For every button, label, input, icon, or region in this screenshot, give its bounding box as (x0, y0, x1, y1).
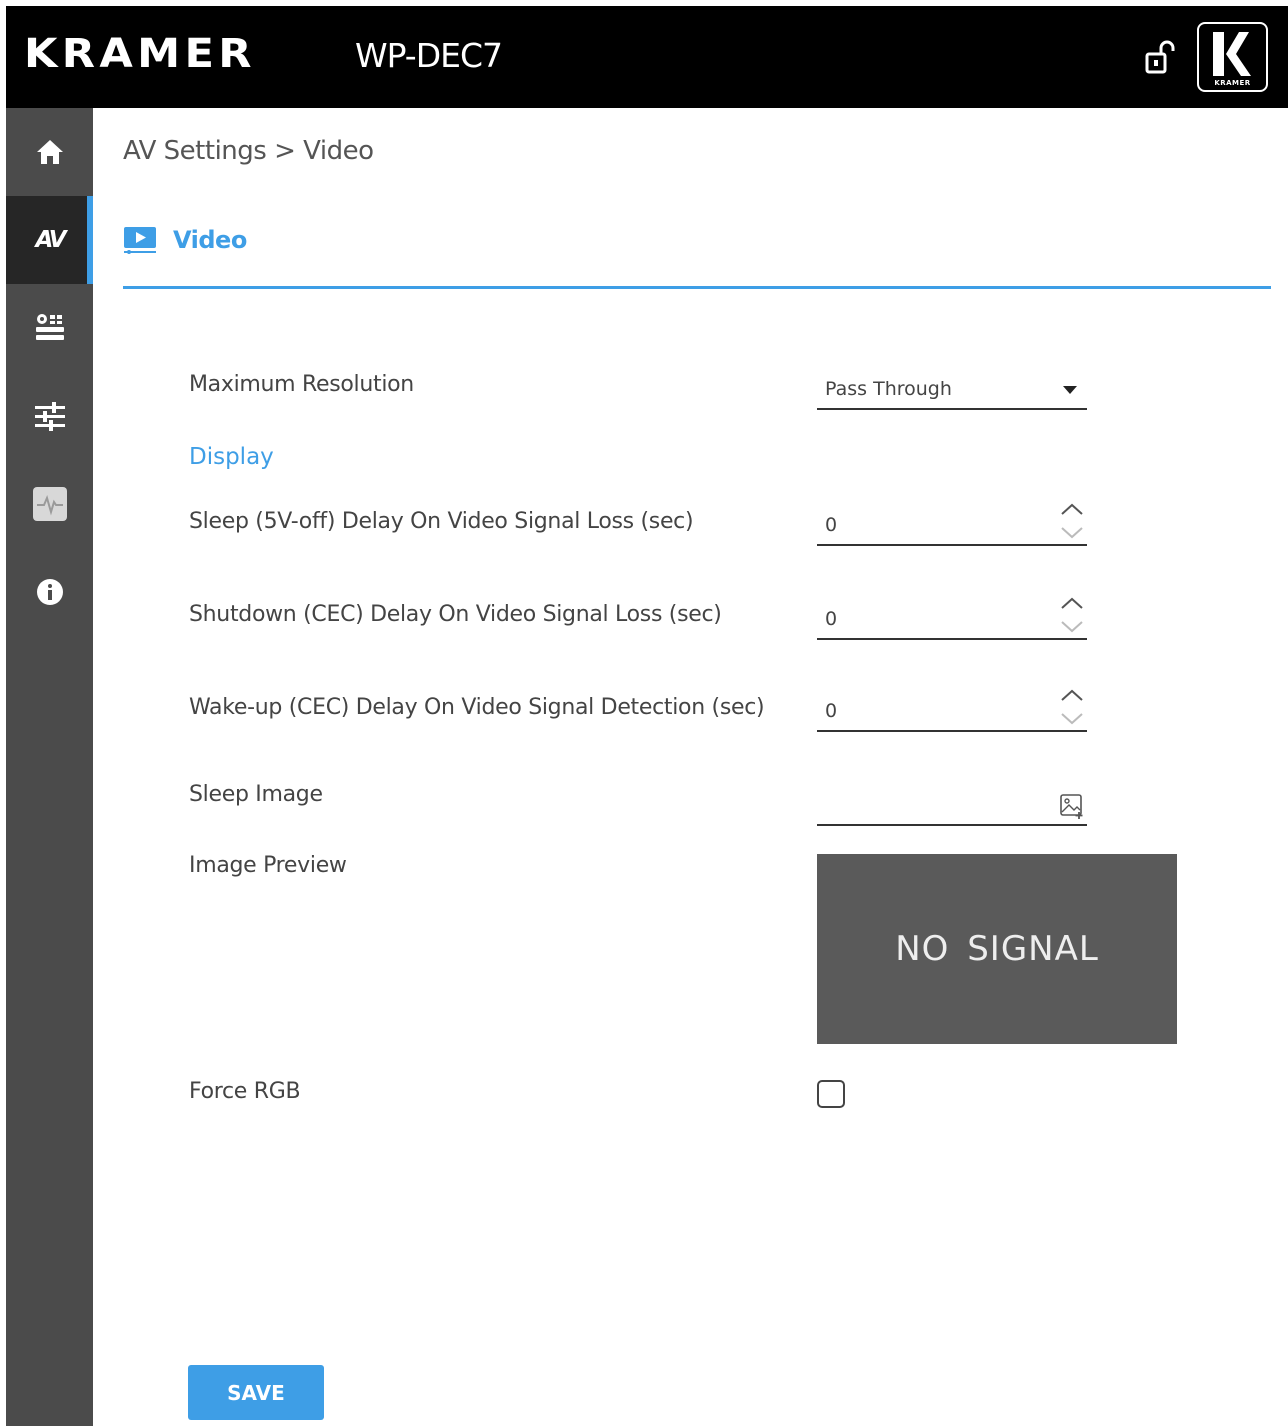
shutdown-delay-label: Shutdown (CEC) Delay On Video Signal Los… (189, 602, 722, 627)
video-icon (124, 227, 156, 254)
image-preview-text: NO SIGNAL (895, 929, 1099, 969)
max-resolution-label: Maximum Resolution (189, 372, 414, 397)
number-spinner-icon[interactable] (1059, 502, 1085, 542)
breadcrumb: AV Settings > Video (123, 136, 374, 166)
brand-logo-text: KRAMER (24, 31, 256, 77)
sidebar-item-controls[interactable] (6, 372, 93, 460)
shutdown-delay-input[interactable]: 0 (817, 597, 1087, 640)
number-spinner-icon[interactable] (1059, 688, 1085, 728)
display-section-title: Display (189, 444, 274, 470)
wakeup-delay-label: Wake-up (CEC) Delay On Video Signal Dete… (189, 695, 765, 720)
sidebar-item-av[interactable]: AV (6, 196, 93, 284)
info-icon (36, 579, 63, 605)
sliders-icon (34, 402, 65, 431)
header-bar: KRAMER WP-DEC7 KRAMER (6, 6, 1288, 108)
max-resolution-select[interactable]: Pass Through (817, 370, 1087, 410)
av-icon: AV (35, 227, 66, 253)
wakeup-delay-value: 0 (825, 700, 838, 722)
kramer-logo: KRAMER (1197, 22, 1268, 92)
device-settings-icon (35, 314, 64, 340)
sidebar-item-device-settings[interactable] (6, 284, 93, 372)
kramer-k-icon (1213, 32, 1251, 76)
unlock-icon[interactable] (1144, 40, 1178, 76)
wakeup-delay-input[interactable]: 0 (817, 689, 1087, 732)
shutdown-delay-value: 0 (825, 608, 838, 630)
tab-underline (123, 286, 1271, 289)
home-icon (36, 140, 63, 164)
force-rgb-checkbox[interactable] (817, 1080, 845, 1108)
logo-caption: KRAMER (1214, 79, 1251, 87)
max-resolution-value: Pass Through (825, 378, 952, 400)
image-preview-label: Image Preview (189, 853, 347, 878)
sleep-delay-input[interactable]: 0 (817, 503, 1087, 546)
sleep-delay-label: Sleep (5V-off) Delay On Video Signal Los… (189, 509, 694, 534)
app-frame: KRAMER WP-DEC7 KRAMER AV AV Settings > V… (6, 6, 1288, 1426)
dropdown-caret-icon (1063, 386, 1077, 394)
image-upload-icon[interactable] (1059, 792, 1085, 820)
sleep-image-input[interactable] (817, 786, 1087, 826)
number-spinner-icon[interactable] (1059, 596, 1085, 636)
sidebar-item-home[interactable] (6, 108, 93, 196)
tab-video-label: Video (173, 226, 247, 254)
sidebar-item-diagnostics[interactable] (6, 460, 93, 548)
force-rgb-label: Force RGB (189, 1079, 301, 1104)
save-button[interactable]: SAVE (188, 1365, 324, 1420)
tab-video[interactable]: Video (123, 224, 247, 256)
image-preview: NO SIGNAL (817, 854, 1177, 1044)
sleep-image-label: Sleep Image (189, 782, 323, 807)
sidebar: AV (6, 108, 93, 1426)
device-model: WP-DEC7 (355, 36, 503, 75)
diagnostics-icon (32, 487, 67, 521)
sidebar-item-info[interactable] (6, 548, 93, 636)
sleep-delay-value: 0 (825, 514, 838, 536)
